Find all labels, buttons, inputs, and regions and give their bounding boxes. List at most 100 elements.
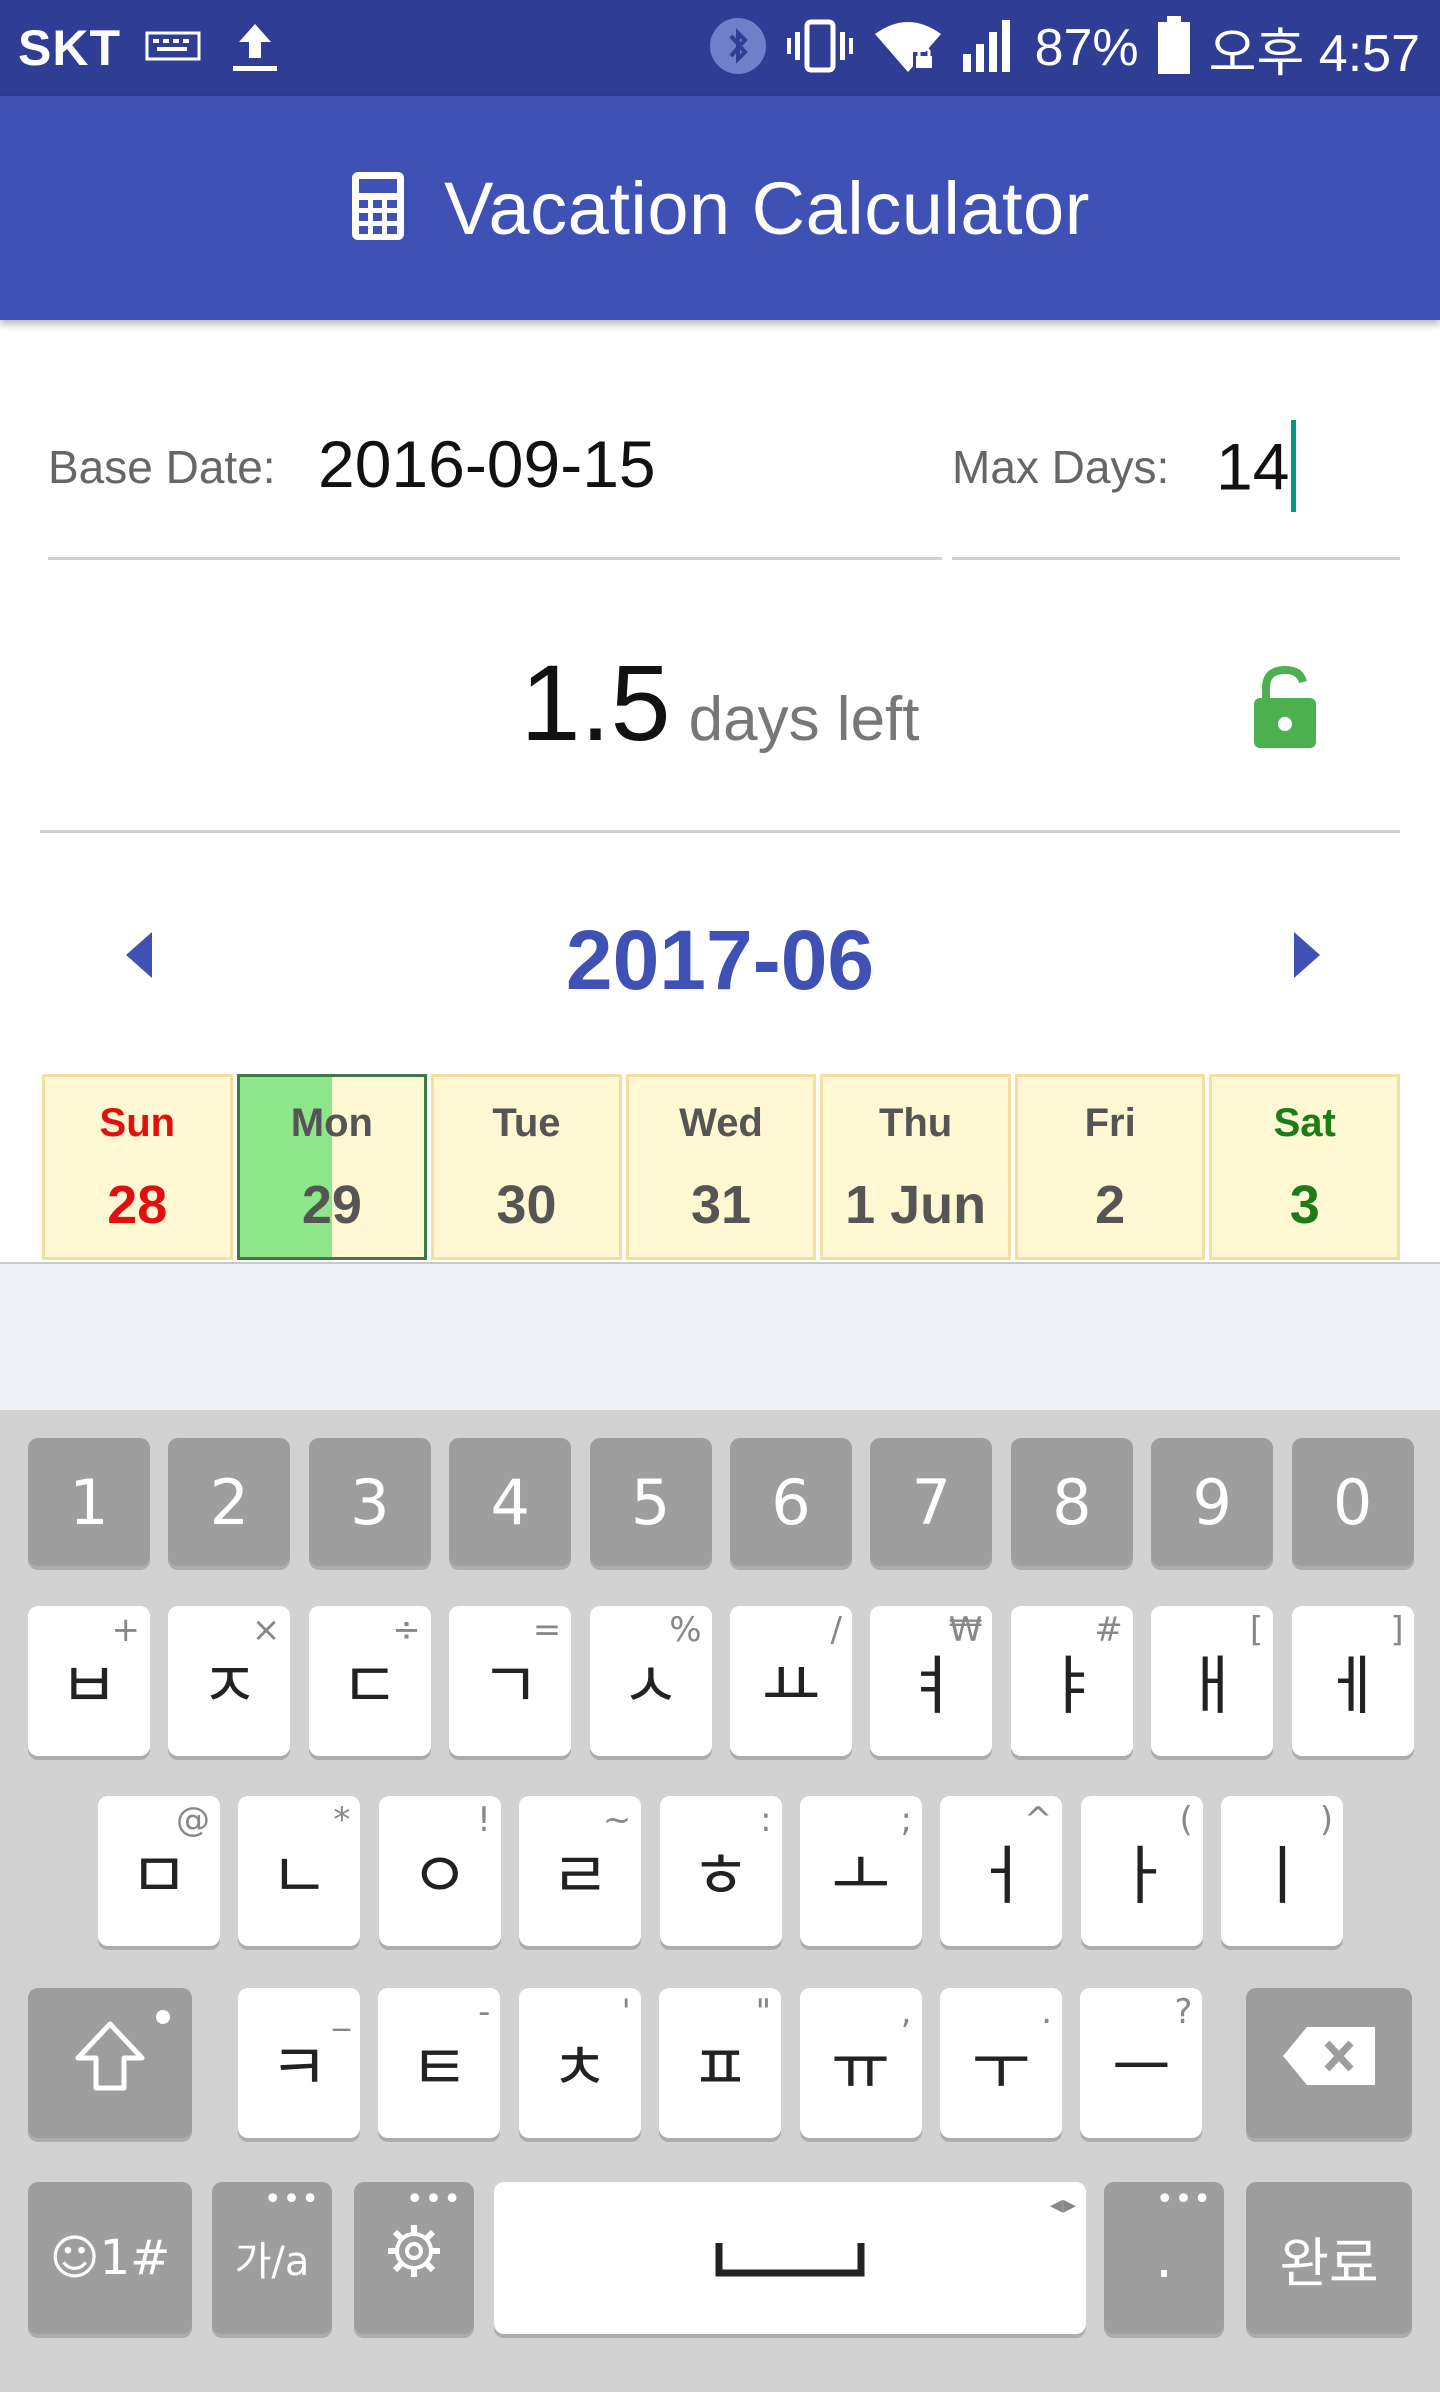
- battery-icon: [1157, 15, 1191, 81]
- base-date-input[interactable]: 2016-09-15: [318, 426, 656, 502]
- gear-icon: [384, 2221, 444, 2295]
- calendar-day[interactable]: Thu 1 Jun: [820, 1074, 1011, 1260]
- space-icon: [715, 2221, 865, 2295]
- next-month-button[interactable]: [1290, 930, 1326, 980]
- number-key-0[interactable]: 0: [1291, 1438, 1414, 1566]
- letter-key[interactable]: ㅗ;: [800, 1796, 922, 1946]
- calendar-day[interactable]: Sun 28: [42, 1074, 233, 1260]
- base-date-field[interactable]: Base Date: 2016-09-15: [48, 400, 942, 560]
- key-label: ㅠ: [831, 2032, 891, 2106]
- letter-key[interactable]: ㅊ ': [518, 1988, 641, 2138]
- key-secondary-label: ÷: [392, 1610, 421, 1650]
- app-title: Vacation Calculator: [444, 166, 1090, 250]
- max-days-input-wrap[interactable]: 14: [1216, 420, 1297, 518]
- done-key[interactable]: 완료: [1246, 2182, 1412, 2334]
- period-key[interactable]: •••.: [1104, 2182, 1224, 2334]
- number-key-4[interactable]: 4: [449, 1438, 572, 1566]
- key-secondary-label: _: [333, 1992, 350, 2032]
- day-number: 3: [1289, 1175, 1320, 1235]
- calendar-day[interactable]: Wed 31: [625, 1074, 817, 1260]
- key-label: ㅂ: [59, 1650, 119, 1724]
- clock: 오후 4:57: [1208, 24, 1420, 83]
- letter-key[interactable]: ㅑ #: [1010, 1606, 1133, 1756]
- letter-key[interactable]: ㅋ _: [238, 1988, 360, 2138]
- number-key-2[interactable]: 2: [168, 1438, 291, 1566]
- letter-key[interactable]: ㄴ *: [238, 1796, 361, 1946]
- number-key-6[interactable]: 6: [730, 1438, 852, 1566]
- key-label: ㅓ: [971, 1840, 1031, 1914]
- key-secondary-label: ~: [602, 1800, 632, 1840]
- letter-key[interactable]: ㅠ,: [799, 1988, 922, 2138]
- shift-icon: [70, 2016, 150, 2110]
- calendar-day[interactable]: Fri 2: [1014, 1074, 1206, 1260]
- app-title-group: Vacation Calculator: [0, 96, 1440, 320]
- letter-key[interactable]: ㄱ =: [449, 1606, 572, 1756]
- calendar-day[interactable]: Tue 30: [431, 1074, 622, 1260]
- shift-key[interactable]: [28, 1988, 192, 2138]
- letter-key[interactable]: ㅓ ^: [940, 1796, 1063, 1946]
- emoji-symbol-key[interactable]: ☺1#: [28, 2182, 192, 2334]
- emoji-key-label: ☺1#: [49, 2230, 171, 2286]
- key-label: 5: [630, 1465, 671, 1539]
- key-label: ㅋ: [269, 2032, 329, 2106]
- shift-indicator-dot: [156, 2010, 170, 2024]
- key-label: ㅌ: [409, 2032, 469, 2106]
- key-label: 7: [911, 1465, 952, 1539]
- key-label: ㅏ: [1112, 1840, 1172, 1914]
- calendar-day[interactable]: Sat 3: [1209, 1074, 1401, 1260]
- letter-key[interactable]: ㅕ ₩: [870, 1606, 993, 1756]
- letter-key[interactable]: ㅣ): [1221, 1796, 1344, 1946]
- letter-key[interactable]: ㅐ[: [1151, 1606, 1274, 1756]
- calendar-day-selected[interactable]: Mon 29: [236, 1074, 428, 1260]
- vibrate-icon: [785, 18, 855, 79]
- letter-key[interactable]: ㅁ @: [98, 1796, 220, 1946]
- max-days-label: Max Days:: [952, 441, 1170, 493]
- day-number: 28: [107, 1175, 168, 1235]
- max-days-field[interactable]: Max Days: 14: [952, 400, 1400, 560]
- number-key-8[interactable]: 8: [1010, 1438, 1133, 1566]
- letter-key[interactable]: ㅅ%: [589, 1606, 712, 1756]
- letter-key[interactable]: ㅜ.: [940, 1988, 1062, 2138]
- summary-divider: [40, 830, 1400, 833]
- letter-key[interactable]: ㅇ!: [378, 1796, 501, 1946]
- number-key-5[interactable]: 5: [589, 1438, 712, 1566]
- language-switch-key[interactable]: ••• 가/a: [212, 2182, 332, 2334]
- key-label: ㅑ: [1042, 1650, 1102, 1724]
- day-name: Fri: [1084, 1101, 1136, 1145]
- backspace-key[interactable]: [1246, 1988, 1412, 2138]
- letter-key[interactable]: ㅈ ×: [168, 1606, 291, 1756]
- letter-key[interactable]: ㅔ]: [1291, 1606, 1414, 1756]
- settings-key[interactable]: •••: [354, 2182, 474, 2334]
- period-key-label: .: [1155, 2225, 1173, 2291]
- carrier-label: SKT: [18, 20, 121, 76]
- number-key-7[interactable]: 7: [870, 1438, 993, 1566]
- letter-key[interactable]: ㅡ?: [1080, 1988, 1203, 2138]
- space-key[interactable]: ◂▸: [494, 2182, 1086, 2334]
- unlocked-lock-icon[interactable]: [1252, 665, 1318, 750]
- signal-icon: [961, 18, 1017, 79]
- letter-key[interactable]: ㅛ /: [730, 1606, 852, 1756]
- letter-key[interactable]: ㅍ ": [659, 1988, 782, 2138]
- letter-key[interactable]: ㄷ ÷: [308, 1606, 431, 1756]
- letter-key[interactable]: ㅌ-: [378, 1988, 501, 2138]
- letter-key[interactable]: ㄹ ~: [519, 1796, 642, 1946]
- key-label: ㄴ: [269, 1840, 329, 1914]
- key-label: 2: [209, 1465, 250, 1539]
- max-days-input[interactable]: 14: [1216, 429, 1289, 503]
- more-dots-icon: •••: [263, 2182, 320, 2217]
- letter-key[interactable]: ㅂ +: [28, 1606, 150, 1756]
- key-secondary-label: ?: [1174, 1992, 1193, 2032]
- days-left-value: 1.5: [520, 642, 671, 763]
- base-date-label: Base Date:: [48, 441, 276, 493]
- key-secondary-label: ₩: [948, 1610, 983, 1650]
- number-key-9[interactable]: 9: [1151, 1438, 1274, 1566]
- key-secondary-label: ,: [900, 1992, 912, 2032]
- letter-key[interactable]: ㅎ:: [659, 1796, 782, 1946]
- app-bar: Vacation Calculator: [0, 96, 1440, 320]
- backspace-icon: [1281, 2025, 1377, 2101]
- number-key-3[interactable]: 3: [308, 1438, 431, 1566]
- letter-key[interactable]: ㅏ(: [1080, 1796, 1203, 1946]
- key-secondary-label: =: [532, 1610, 562, 1650]
- day-number: 29: [301, 1175, 362, 1235]
- number-key-1[interactable]: 1: [28, 1438, 150, 1566]
